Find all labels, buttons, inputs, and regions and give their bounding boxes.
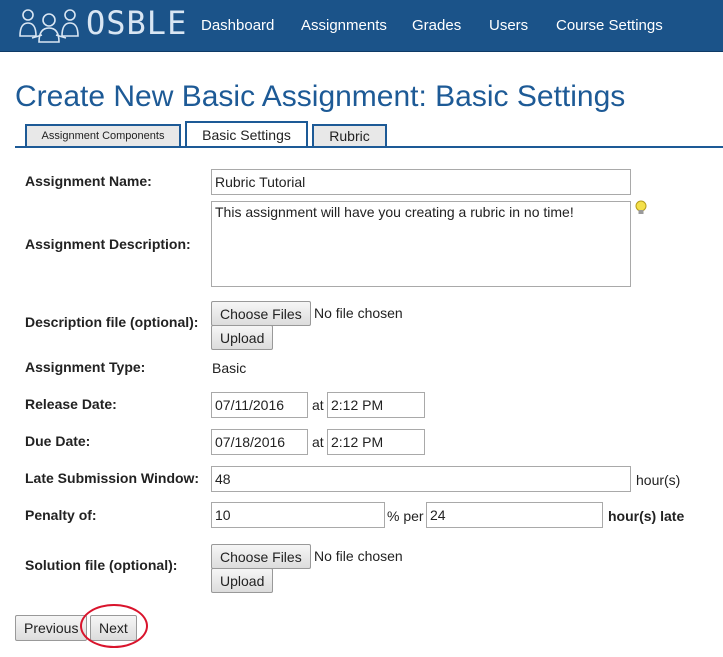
due-date-input[interactable] xyxy=(211,429,308,455)
description-choose-files-button[interactable]: Choose Files xyxy=(211,301,311,326)
assignment-description-input[interactable]: This assignment will have you creating a… xyxy=(211,201,631,287)
previous-button[interactable]: Previous xyxy=(15,615,88,641)
top-nav-bar: OSBLE Dashboard Assignments Grades Users… xyxy=(0,0,723,52)
description-file-label: Description file (optional): xyxy=(25,314,199,330)
solution-file-status: No file chosen xyxy=(314,548,403,564)
description-file-status: No file chosen xyxy=(314,305,403,321)
due-time-input[interactable] xyxy=(327,429,425,455)
nav-grades[interactable]: Grades xyxy=(412,17,461,34)
penalty-label: Penalty of: xyxy=(25,507,97,523)
penalty-hours-input[interactable] xyxy=(426,502,603,528)
nav-assignments[interactable]: Assignments xyxy=(301,17,387,34)
assignment-type-value: Basic xyxy=(212,360,247,376)
assignment-name-label: Assignment Name: xyxy=(25,173,152,189)
assignment-type-label: Assignment Type: xyxy=(25,359,146,375)
release-at-text: at xyxy=(312,397,324,413)
nav-users[interactable]: Users xyxy=(489,17,528,34)
assignment-name-input[interactable] xyxy=(211,169,631,195)
late-window-label: Late Submission Window: xyxy=(25,470,200,486)
late-window-unit: hour(s) xyxy=(636,472,681,488)
nav-course-settings[interactable]: Course Settings xyxy=(556,17,663,34)
release-date-label: Release Date: xyxy=(25,396,117,412)
assignment-description-label: Assignment Description: xyxy=(25,236,191,252)
nav-dashboard[interactable]: Dashboard xyxy=(201,17,274,34)
tab-rubric[interactable]: Rubric xyxy=(312,124,387,146)
solution-choose-files-button[interactable]: Choose Files xyxy=(211,544,311,569)
tab-basic-settings[interactable]: Basic Settings xyxy=(185,121,308,146)
release-date-input[interactable] xyxy=(211,392,308,418)
next-highlight-circle xyxy=(80,604,148,648)
lightbulb-icon[interactable] xyxy=(634,200,648,221)
solution-upload-button[interactable]: Upload xyxy=(211,568,274,593)
penalty-unit: hour(s) late xyxy=(608,508,685,524)
tab-underline xyxy=(15,146,723,148)
logo-text: OSBLE xyxy=(86,4,188,42)
osble-logo-icon[interactable] xyxy=(18,6,80,46)
solution-file-label: Solution file (optional): xyxy=(25,557,178,573)
tab-assignment-components[interactable]: Assignment Components xyxy=(25,124,181,146)
release-time-input[interactable] xyxy=(327,392,425,418)
due-at-text: at xyxy=(312,434,324,450)
late-window-input[interactable] xyxy=(211,466,631,492)
due-date-label: Due Date: xyxy=(25,433,91,449)
penalty-per-text: % per xyxy=(387,508,424,524)
description-upload-button[interactable]: Upload xyxy=(211,325,274,350)
penalty-percent-input[interactable] xyxy=(211,502,385,528)
page-title: Create New Basic Assignment: Basic Setti… xyxy=(15,80,626,113)
